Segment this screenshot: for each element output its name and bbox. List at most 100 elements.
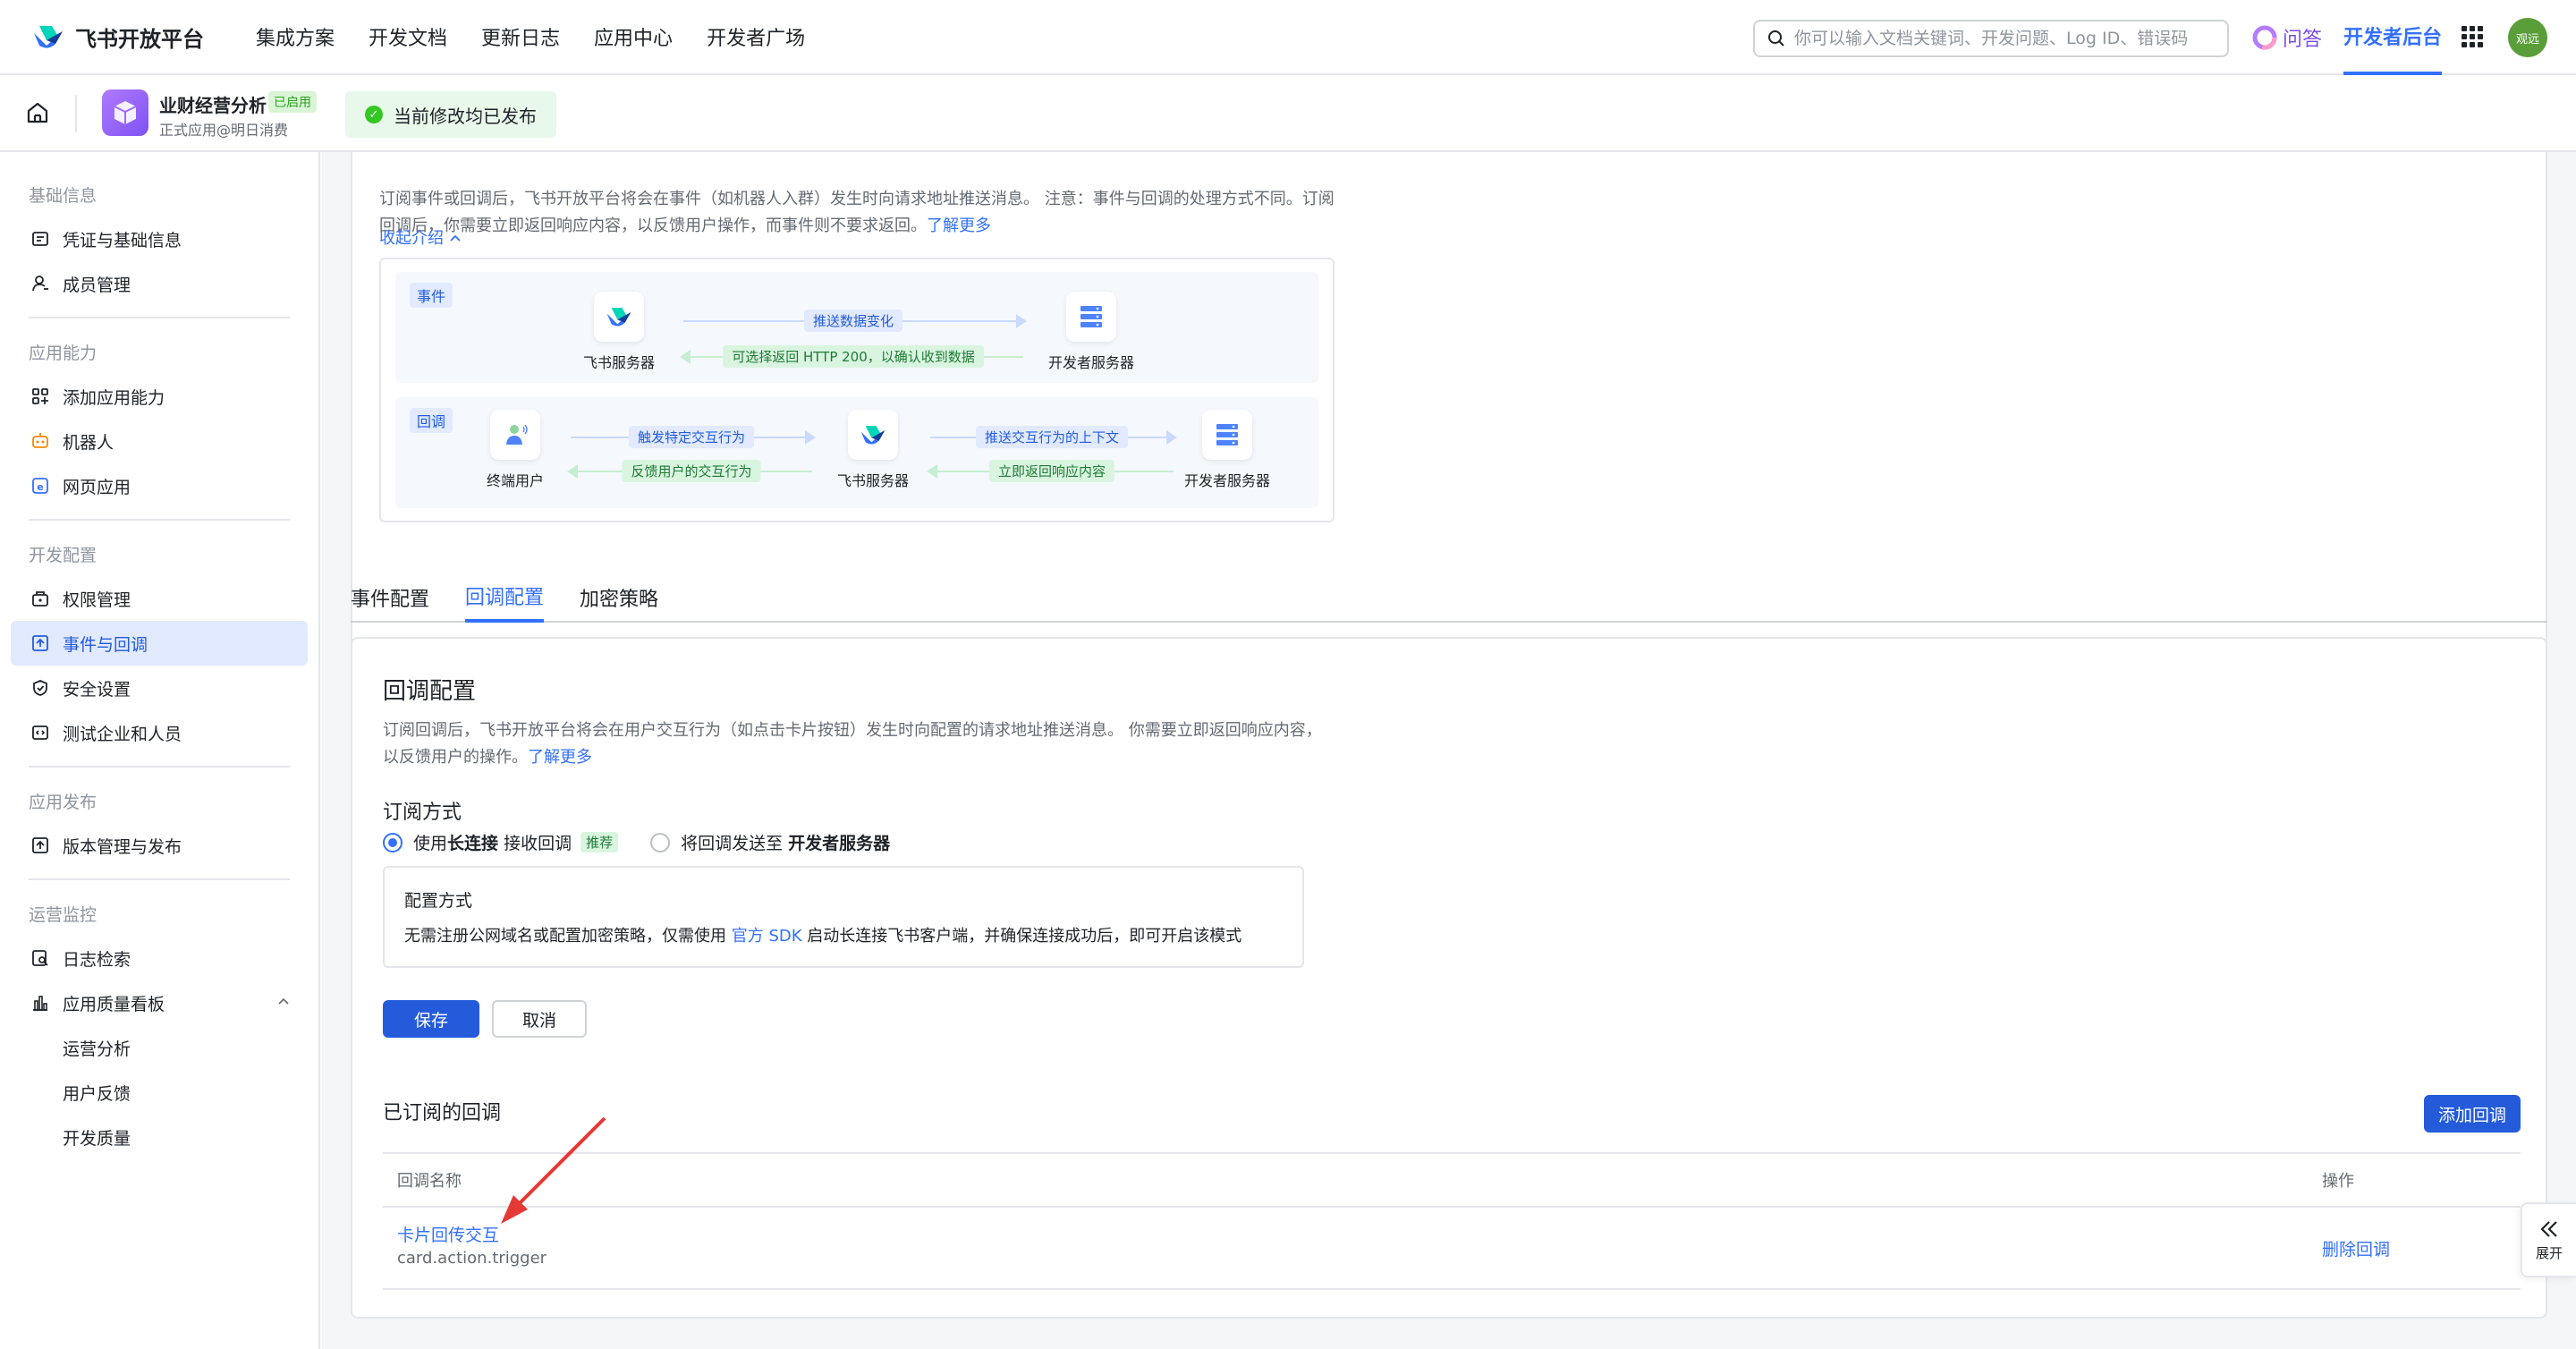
- feishu-logo-icon: [848, 410, 898, 460]
- sidebar-item-bot[interactable]: 机器人: [11, 419, 308, 463]
- feishu-server-node: 飞书服务器: [556, 292, 682, 372]
- trigger-action-arrow: 触发特定交互行为: [571, 426, 816, 449]
- sidebar-item-credentials[interactable]: 凭证与基础信息: [11, 216, 308, 261]
- learn-more-link[interactable]: 了解更多: [528, 748, 592, 767]
- arrow-label: 立即返回响应内容: [988, 460, 1115, 482]
- brand[interactable]: 飞书开放平台: [30, 21, 204, 53]
- tab-event-config[interactable]: 事件配置: [351, 573, 429, 623]
- column-header-action: 操作: [2322, 1172, 2354, 1191]
- home-button[interactable]: [25, 100, 50, 129]
- apps-grid-icon[interactable]: [2462, 26, 2483, 47]
- app-status-badge: 已启用: [268, 91, 317, 113]
- event-upload-icon: [30, 633, 50, 653]
- chevron-up-icon: [449, 229, 462, 248]
- sidebar-item-label: 应用质量看板: [63, 994, 165, 1014]
- qa-button[interactable]: 问答: [2252, 23, 2322, 52]
- nav-link-dev-square[interactable]: 开发者广场: [707, 22, 805, 51]
- nav-link-docs[interactable]: 开发文档: [369, 22, 447, 51]
- sidebar-group-release: 应用发布: [29, 792, 97, 812]
- tab-callback-config[interactable]: 回调配置: [465, 573, 545, 623]
- svg-text:e: e: [37, 481, 43, 493]
- sidebar-item-add-ability[interactable]: 添加应用能力: [11, 374, 308, 419]
- section-description: 订阅回调后，飞书开放平台将会在用户交互行为（如点击卡片按钮）发生时向配置的请求地…: [383, 717, 1331, 771]
- config-mode-box: 配置方式 无需注册公网域名或配置加密策略，仅需使用 官方 SDK 启动长连接飞书…: [383, 866, 1304, 968]
- sdk-link[interactable]: 官方 SDK: [732, 927, 802, 946]
- check-circle-icon: ✓: [365, 106, 383, 123]
- sidebar-item-security[interactable]: 安全设置: [11, 666, 308, 710]
- publish-status-text: 当前修改均已发布: [394, 105, 537, 127]
- sidebar-item-label: 成员管理: [63, 275, 131, 295]
- sidebar-subitem-user-feedback[interactable]: 用户反馈: [0, 1070, 318, 1115]
- sidebar-item-quality[interactable]: 应用质量看板: [11, 980, 308, 1025]
- code-icon: [30, 723, 50, 742]
- save-button[interactable]: 保存: [383, 1000, 479, 1038]
- arrow-head: [680, 350, 691, 364]
- callback-key: card.action.trigger: [397, 1249, 547, 1268]
- sidebar-item-versions[interactable]: 版本管理与发布: [11, 823, 308, 868]
- radio-dev-server[interactable]: [650, 832, 671, 853]
- id-card-icon: [30, 229, 50, 249]
- mode-text-pre: 无需注册公网域名或配置加密策略，仅需使用: [404, 927, 732, 946]
- sidebar-item-label: 测试企业和人员: [63, 724, 182, 744]
- server-icon: [1066, 292, 1116, 342]
- sidebar-item-web-app[interactable]: e 网页应用: [11, 463, 308, 508]
- avatar[interactable]: 观远: [2508, 18, 2547, 57]
- node-label: 终端用户: [486, 472, 544, 489]
- nav-link-changelog[interactable]: 更新日志: [481, 22, 560, 51]
- description-text: 订阅回调后，飞书开放平台将会在用户交互行为（如点击卡片按钮）发生时向配置的请求地…: [383, 721, 1322, 767]
- sidebar-divider: [29, 317, 290, 318]
- user-icon: [30, 274, 50, 293]
- callback-config-card: 回调配置 订阅回调后，飞书开放平台将会在用户交互行为（如点击卡片按钮）发生时向配…: [351, 637, 2547, 1319]
- home-icon: [27, 102, 48, 123]
- intro-description: 订阅事件或回调后，飞书开放平台将会在事件（如机器人入群）发生时向请求地址推送消息…: [379, 190, 1335, 235]
- sidebar-item-events[interactable]: 事件与回调: [11, 621, 308, 666]
- sidebar-item-members[interactable]: 成员管理: [11, 261, 308, 306]
- cancel-button[interactable]: 取消: [492, 1000, 587, 1038]
- option-bold: 长连接: [447, 834, 499, 853]
- top-navigation: 飞书开放平台 集成方案 开发文档 更新日志 应用中心 开发者广场 问答 开发者后…: [0, 0, 2576, 75]
- callback-tag: 回调: [410, 408, 453, 433]
- arrow-label: 反馈用户的交互行为: [622, 460, 761, 482]
- sidebar-item-permissions[interactable]: 权限管理: [11, 576, 308, 621]
- sidebar-subitem-ops-analysis[interactable]: 运营分析: [0, 1025, 318, 1070]
- web-app-icon: e: [30, 476, 50, 496]
- sidebar-item-label: 安全设置: [63, 679, 131, 700]
- delete-callback-link[interactable]: 删除回调: [2322, 1236, 2390, 1260]
- lock-icon: [30, 589, 50, 608]
- sidebar-item-label: 凭证与基础信息: [63, 230, 182, 250]
- callbacks-table: 回调名称 操作 卡片回传交互 card.action.trigger 删除回调: [383, 1152, 2521, 1290]
- sidebar-divider: [29, 766, 290, 768]
- search-input[interactable]: [1794, 29, 2188, 48]
- search-icon: [1768, 30, 1784, 47]
- intro-learn-more-link[interactable]: 了解更多: [927, 216, 991, 235]
- feedback-action-arrow: 反馈用户的交互行为: [567, 460, 812, 483]
- node-label: 开发者服务器: [1183, 472, 1270, 489]
- mode-text-post: 启动长连接飞书客户端，并确保连接成功后，即可开启该模式: [801, 927, 1242, 946]
- sidebar-item-logs[interactable]: 日志检索: [11, 936, 308, 980]
- arrow-label: 可选择返回 HTTP 200，以确认收到数据: [723, 345, 984, 368]
- collapse-intro-button[interactable]: 收起介绍: [379, 225, 462, 249]
- nav-links: 集成方案 开发文档 更新日志 应用中心 开发者广场: [256, 22, 839, 51]
- tab-encryption[interactable]: 加密策略: [580, 573, 658, 623]
- arrow-head: [567, 464, 578, 479]
- option-label: 使用: [413, 834, 448, 853]
- sidebar-subitem-dev-quality[interactable]: 开发质量: [0, 1115, 318, 1159]
- search-box[interactable]: [1753, 20, 2229, 57]
- chevron-up-icon[interactable]: [277, 993, 290, 1013]
- server-icon: [1202, 410, 1252, 460]
- feishu-logo-icon: [594, 292, 644, 342]
- config-tabs: 事件配置 回调配置 加密策略: [351, 573, 2547, 623]
- nav-link-app-center[interactable]: 应用中心: [594, 22, 673, 51]
- feishu-logo-icon: [34, 26, 63, 48]
- add-callback-button[interactable]: 添加回调: [2424, 1095, 2521, 1133]
- developer-console-tab[interactable]: 开发者后台: [2343, 0, 2443, 75]
- radio-long-connection[interactable]: [383, 832, 402, 853]
- sidebar: 基础信息 凭证与基础信息 成员管理 应用能力 添加应用能力 机器人 e 网页应用…: [0, 152, 320, 1349]
- expand-panel-button[interactable]: 展开: [2521, 1202, 2576, 1277]
- subscribed-callbacks-title: 已订阅的回调: [383, 1102, 502, 1124]
- sidebar-item-label: 添加应用能力: [63, 387, 165, 408]
- option-label: 将回调发送至: [681, 834, 789, 853]
- callback-name-link[interactable]: 卡片回传交互: [397, 1222, 499, 1246]
- nav-link-solutions[interactable]: 集成方案: [256, 22, 335, 51]
- sidebar-item-test-org[interactable]: 测试企业和人员: [11, 710, 308, 755]
